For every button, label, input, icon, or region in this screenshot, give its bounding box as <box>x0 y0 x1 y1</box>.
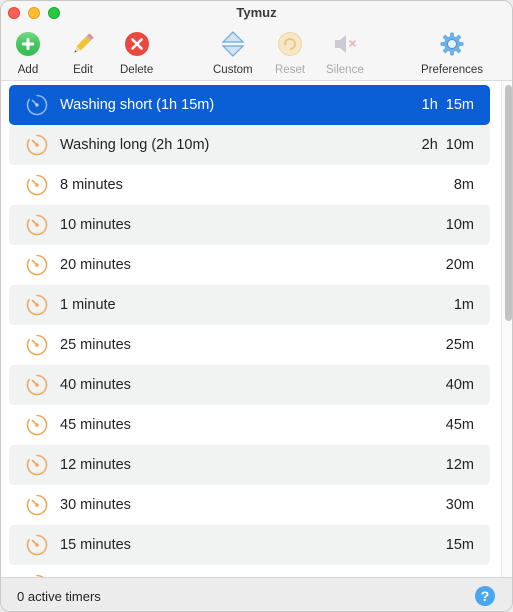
speaker-mute-icon <box>330 29 360 59</box>
timer-clock-icon <box>26 334 48 356</box>
timer-name: 40 minutes <box>60 377 131 393</box>
scrollbar[interactable] <box>501 81 512 577</box>
timer-row[interactable] <box>9 565 490 577</box>
timer-row[interactable]: 25 minutes 25m <box>9 325 490 365</box>
timer-duration: 1h 15m <box>421 97 474 113</box>
help-button[interactable]: ? <box>475 586 495 606</box>
timer-name: 15 minutes <box>60 537 131 553</box>
active-timers-count: 0 active timers <box>17 589 101 604</box>
timer-duration: 20m <box>445 257 474 273</box>
scrollbar-thumb[interactable] <box>505 85 512 321</box>
timer-clock-icon <box>26 454 48 476</box>
timer-name: 8 minutes <box>60 177 123 193</box>
timer-clock-icon <box>26 374 48 396</box>
custom-label: Custom <box>213 64 253 76</box>
timer-clock-icon <box>26 134 48 156</box>
timer-clock-icon <box>26 494 48 516</box>
timer-row[interactable]: 12 minutes 12m <box>9 445 490 485</box>
preferences-label: Preferences <box>421 64 484 76</box>
timer-name: 12 minutes <box>60 457 131 473</box>
add-label: Add <box>17 64 39 76</box>
timer-list[interactable]: Washing short (1h 15m) 1h 15m Washing long… <box>1 81 501 577</box>
status-bar: 0 active timers ? <box>1 577 512 611</box>
add-button[interactable]: Add <box>13 29 43 76</box>
timer-name: 25 minutes <box>60 337 131 353</box>
preferences-button[interactable]: Preferences <box>421 29 483 76</box>
timer-row[interactable]: 30 minutes 30m <box>9 485 490 525</box>
timer-row[interactable]: Washing long (2h 10m) 2h 10m <box>9 125 490 165</box>
silence-button[interactable]: Silence <box>326 29 364 76</box>
timer-row[interactable]: Washing short (1h 15m) 1h 15m <box>9 85 490 125</box>
gear-icon <box>437 29 467 59</box>
timer-duration: 8m <box>453 177 474 193</box>
timer-name: Washing long (2h 10m) <box>60 137 210 153</box>
timer-name: 1 minute <box>60 297 116 313</box>
timer-clock-icon <box>26 214 48 236</box>
timer-duration: 25m <box>445 337 474 353</box>
timer-clock-icon <box>26 414 48 436</box>
window-title: Tymuz <box>236 5 277 20</box>
reset-button[interactable]: Reset <box>275 29 305 76</box>
timer-name: Washing short (1h 15m) <box>60 97 215 113</box>
timer-duration: 2h 10m <box>421 137 474 153</box>
timer-clock-icon <box>26 534 48 556</box>
timer-name: 30 minutes <box>60 497 131 513</box>
timer-row[interactable]: 8 minutes 8m <box>9 165 490 205</box>
timer-row[interactable]: 20 minutes 20m <box>9 245 490 285</box>
timer-duration: 15m <box>445 537 474 553</box>
timer-duration: 40m <box>445 377 474 393</box>
delete-circle-icon <box>122 29 152 59</box>
pencil-icon <box>68 29 98 59</box>
timer-duration: 10m <box>445 217 474 233</box>
timer-duration: 45m <box>445 417 474 433</box>
timer-clock-icon <box>26 174 48 196</box>
timer-duration: 12m <box>445 457 474 473</box>
timer-duration: 1m <box>453 297 474 313</box>
toolbar: Tymuz Add Edit Delete Custom Reset Silen… <box>1 1 512 81</box>
timer-row[interactable]: 40 minutes 40m <box>9 365 490 405</box>
timer-clock-icon <box>26 294 48 316</box>
silence-label: Silence <box>326 64 364 76</box>
timer-row[interactable]: 45 minutes 45m <box>9 405 490 445</box>
up-down-arrows-icon <box>218 29 248 59</box>
timer-row[interactable]: 1 minute 1m <box>9 285 490 325</box>
timer-duration: 30m <box>445 497 474 513</box>
timer-name: 20 minutes <box>60 257 131 273</box>
timer-name: 10 minutes <box>60 217 131 233</box>
refresh-icon <box>275 29 305 59</box>
timer-row[interactable]: 10 minutes 10m <box>9 205 490 245</box>
timer-row[interactable]: 15 minutes 15m <box>9 525 490 565</box>
delete-label: Delete <box>120 64 154 76</box>
timer-name: 45 minutes <box>60 417 131 433</box>
delete-button[interactable]: Delete <box>120 29 153 76</box>
custom-button[interactable]: Custom <box>213 29 253 76</box>
reset-label: Reset <box>275 64 306 76</box>
edit-button[interactable]: Edit <box>68 29 98 76</box>
timer-clock-icon <box>26 254 48 276</box>
app-window: Tymuz Add Edit Delete Custom Reset Silen… <box>0 0 513 612</box>
edit-label: Edit <box>73 64 93 76</box>
plus-circle-icon <box>13 29 43 59</box>
timer-clock-icon <box>26 94 48 116</box>
